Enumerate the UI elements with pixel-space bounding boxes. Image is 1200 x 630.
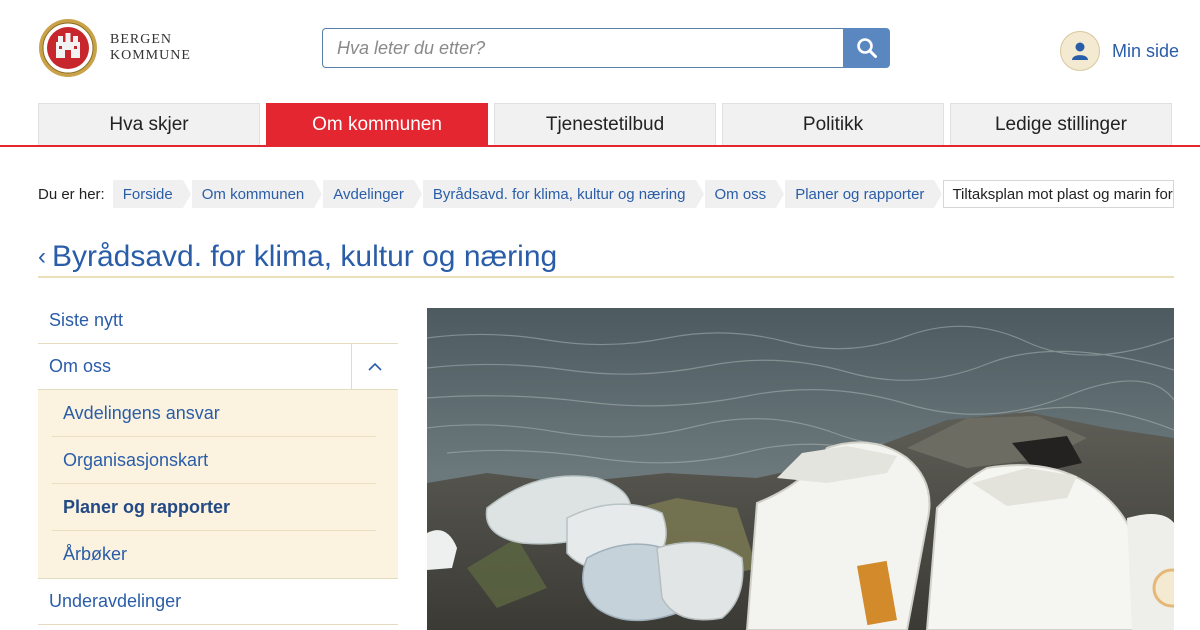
- submenu-item-arboker[interactable]: Årbøker: [52, 531, 376, 578]
- chevron-left-icon[interactable]: ‹: [38, 240, 46, 274]
- search-input[interactable]: [322, 28, 843, 68]
- breadcrumb: Du er her: Forside Om kommunen Avdelinge…: [38, 180, 1174, 208]
- breadcrumb-current: Tiltaksplan mot plast og marin forsøplin…: [943, 180, 1174, 208]
- nav-tab-hva-skjer[interactable]: Hva skjer: [38, 103, 260, 145]
- search-bar: [322, 28, 890, 68]
- side-item-label: Om oss: [49, 356, 112, 376]
- section-title[interactable]: Byrådsavd. for klima, kultur og næring: [52, 240, 557, 274]
- search-icon: [856, 38, 877, 58]
- side-menu: Siste nytt Om oss Avdelingens ansvar Org…: [38, 298, 398, 625]
- collapse-toggle[interactable]: [351, 343, 398, 390]
- chevron-up-icon: [368, 362, 382, 371]
- nav-tab-ledige-stillinger[interactable]: Ledige stillinger: [950, 103, 1172, 145]
- submenu-item-planer-og-rapporter[interactable]: Planer og rapporter: [52, 484, 376, 531]
- submenu-item-ansvar[interactable]: Avdelingens ansvar: [52, 390, 376, 437]
- logo-line-1: BERGEN: [110, 32, 172, 47]
- nav-tab-politikk[interactable]: Politikk: [722, 103, 944, 145]
- breadcrumb-item-om-oss[interactable]: Om oss: [704, 180, 784, 208]
- nav-divider: [0, 145, 1200, 147]
- shore-litter-photo: [427, 308, 1174, 630]
- breadcrumb-item-om-kommunen[interactable]: Om kommunen: [191, 180, 322, 208]
- logo-text: BERGEN KOMMUNE: [110, 32, 191, 64]
- breadcrumb-item-planer[interactable]: Planer og rapporter: [785, 180, 943, 208]
- side-item-label: Underavdelinger: [49, 591, 182, 611]
- side-item-siste-nytt[interactable]: Siste nytt: [38, 298, 398, 344]
- main-nav: Hva skjer Om kommunen Tjenestetilbud Pol…: [38, 103, 1174, 145]
- search-button[interactable]: [843, 28, 890, 68]
- min-side-link[interactable]: Min side: [1060, 31, 1179, 71]
- min-side-label: Min side: [1112, 40, 1180, 61]
- submenu-item-organisasjonskart[interactable]: Organisasjonskart: [52, 437, 376, 484]
- nav-tab-tjenestetilbud[interactable]: Tjenestetilbud: [494, 103, 716, 145]
- side-item-om-oss[interactable]: Om oss: [38, 343, 398, 390]
- user-icon: [1072, 42, 1088, 60]
- avatar: [1060, 31, 1100, 71]
- side-item-label: Siste nytt: [49, 310, 124, 330]
- breadcrumb-item-byradsavdeling[interactable]: Byrådsavd. for klima, kultur og næring: [422, 180, 704, 208]
- nav-tab-om-kommunen[interactable]: Om kommunen: [266, 103, 488, 145]
- breadcrumb-label: Du er her:: [38, 185, 105, 203]
- coat-of-arms-icon: [39, 19, 97, 77]
- section-header: ‹ Byrådsavd. for klima, kultur og næring: [38, 240, 1174, 278]
- submenu: Avdelingens ansvar Organisasjonskart Pla…: [38, 390, 398, 579]
- side-item-underavdelinger[interactable]: Underavdelinger: [38, 579, 398, 625]
- logo-line-2: KOMMUNE: [110, 48, 191, 63]
- site-logo[interactable]: BERGEN KOMMUNE: [38, 18, 191, 78]
- breadcrumb-item-avdelinger[interactable]: Avdelinger: [323, 180, 422, 208]
- site-header: BERGEN KOMMUNE Min side: [0, 0, 1200, 100]
- breadcrumb-item-forside[interactable]: Forside: [112, 180, 191, 208]
- article-photo: [427, 308, 1174, 630]
